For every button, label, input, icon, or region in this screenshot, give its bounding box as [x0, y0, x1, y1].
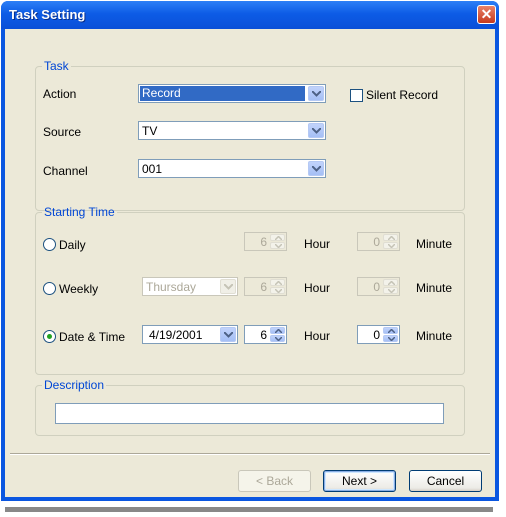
weekly-label: Weekly — [59, 282, 99, 296]
weekly-hour-down-button[interactable] — [270, 287, 285, 294]
description-input[interactable] — [55, 403, 444, 424]
source-dropdown-button[interactable] — [308, 123, 324, 138]
date-picker-value: 4/19/2001 — [149, 328, 203, 342]
channel-select[interactable]: 001 — [138, 159, 326, 178]
date-time-hour-down-button[interactable] — [270, 335, 285, 342]
chevron-up-icon — [275, 329, 282, 333]
daily-hour-value: 6 — [260, 235, 267, 249]
chevron-down-icon — [312, 128, 321, 134]
action-dropdown-button[interactable] — [308, 86, 324, 101]
chevron-down-icon — [275, 337, 282, 341]
weekly-hour-spinner[interactable]: 6 — [244, 277, 287, 296]
weekly-hour-up-button[interactable] — [270, 279, 285, 286]
chevron-down-icon — [388, 244, 395, 248]
date-time-minute-spinner[interactable]: 0 — [357, 325, 400, 344]
weekly-day-select[interactable]: Thursday — [142, 277, 238, 296]
weekly-day-value: Thursday — [146, 280, 197, 294]
channel-select-value: 001 — [142, 162, 163, 176]
weekly-minute-label: Minute — [416, 281, 453, 295]
weekly-radio[interactable] — [43, 282, 56, 295]
date-time-hour-label: Hour — [304, 329, 331, 343]
date-time-minute-value: 0 — [373, 328, 380, 342]
weekly-hour-label: Hour — [304, 281, 331, 295]
date-time-label: Date & Time — [59, 330, 126, 344]
close-button[interactable]: ✕ — [477, 5, 496, 24]
chevron-down-icon — [388, 289, 395, 293]
source-label: Source — [43, 125, 82, 139]
action-select[interactable]: Record — [138, 84, 326, 103]
chevron-up-icon — [275, 236, 282, 240]
channel-dropdown-button[interactable] — [308, 161, 324, 176]
chevron-up-icon — [388, 329, 395, 333]
button-separator — [10, 453, 490, 455]
daily-hour-up-button[interactable] — [270, 234, 285, 241]
close-icon: ✕ — [480, 6, 493, 22]
chevron-down-icon — [224, 332, 233, 338]
silent-record-checkbox[interactable] — [350, 89, 363, 102]
daily-hour-spinner[interactable]: 6 — [244, 232, 287, 251]
chevron-up-icon — [275, 281, 282, 285]
weekly-minute-up-button[interactable] — [383, 279, 398, 286]
title-bar[interactable]: Task Setting ✕ — [1, 1, 499, 29]
date-time-minute-down-button[interactable] — [383, 335, 398, 342]
chevron-down-icon — [312, 166, 321, 172]
starting-time-legend: Starting Time — [44, 205, 115, 219]
source-select-value: TV — [142, 124, 158, 138]
back-button[interactable]: < Back — [238, 470, 311, 492]
chevron-down-icon — [312, 91, 321, 97]
window-title: Task Setting — [9, 7, 86, 22]
source-select[interactable]: TV — [138, 121, 326, 140]
chevron-up-icon — [388, 236, 395, 240]
daily-hour-down-button[interactable] — [270, 242, 285, 249]
daily-radio[interactable] — [43, 238, 56, 251]
weekly-minute-value: 0 — [373, 280, 380, 294]
daily-minute-value: 0 — [373, 235, 380, 249]
weekly-minute-down-button[interactable] — [383, 287, 398, 294]
daily-label: Daily — [59, 238, 86, 252]
date-time-hour-value: 6 — [260, 328, 267, 342]
daily-minute-label: Minute — [416, 237, 453, 251]
description-legend: Description — [44, 378, 105, 392]
action-select-value: Record — [140, 86, 305, 101]
weekly-hour-value: 6 — [260, 280, 267, 294]
dialog-body: Task Action Record Silent Record Source … — [5, 29, 495, 497]
chevron-up-icon — [388, 281, 395, 285]
silent-record-label: Silent Record — [366, 88, 439, 102]
daily-minute-spinner[interactable]: 0 — [357, 232, 400, 251]
date-time-minute-label: Minute — [416, 329, 453, 343]
task-group-legend: Task — [44, 59, 69, 73]
channel-label: Channel — [43, 164, 88, 178]
daily-hour-label: Hour — [304, 237, 331, 251]
action-label: Action — [43, 87, 77, 101]
cancel-button[interactable]: Cancel — [409, 470, 482, 492]
task-setting-window: Task Setting ✕ Task Action Record Silent… — [1, 1, 499, 501]
daily-minute-up-button[interactable] — [383, 234, 398, 241]
chevron-down-icon — [388, 337, 395, 341]
bottom-shadow-bar — [5, 507, 493, 512]
radio-selected-dot — [47, 334, 52, 339]
date-picker-dropdown-button[interactable] — [220, 327, 236, 342]
weekly-day-dropdown-button[interactable] — [220, 279, 236, 294]
date-time-minute-up-button[interactable] — [383, 327, 398, 334]
next-button[interactable]: Next > — [323, 470, 396, 492]
chevron-down-icon — [275, 244, 282, 248]
chevron-down-icon — [224, 284, 233, 290]
date-time-radio[interactable] — [43, 330, 56, 343]
date-time-hour-up-button[interactable] — [270, 327, 285, 334]
date-time-hour-spinner[interactable]: 6 — [244, 325, 287, 344]
chevron-down-icon — [275, 289, 282, 293]
date-picker[interactable]: 4/19/2001 — [142, 325, 238, 344]
daily-minute-down-button[interactable] — [383, 242, 398, 249]
weekly-minute-spinner[interactable]: 0 — [357, 277, 400, 296]
